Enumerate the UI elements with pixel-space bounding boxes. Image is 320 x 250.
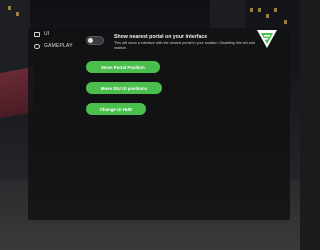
window-light: [284, 20, 287, 24]
sidebar-item-label: GAMEPLAY: [44, 43, 73, 49]
change-ui-hud-button[interactable]: Change UI HUD: [86, 103, 146, 115]
toggle-knob: [88, 38, 93, 43]
move-ui-positions-button[interactable]: Move DIU UI positions: [86, 82, 162, 94]
window-light: [274, 8, 277, 12]
sidebar-item-ui[interactable]: UI: [34, 28, 84, 40]
window-light: [250, 8, 253, 12]
window-light: [258, 8, 261, 12]
window-light: [266, 14, 269, 18]
option-description: This will show a interface with the clos…: [114, 41, 255, 50]
cloud-icon: [34, 43, 40, 49]
app-logo-icon: [257, 30, 277, 48]
settings-panel: [28, 28, 290, 220]
sidebar-item-gameplay[interactable]: GAMEPLAY: [34, 40, 84, 52]
monitor-icon: [34, 31, 40, 37]
window-light: [16, 12, 19, 16]
option-title: Show nearest portal on your interface: [114, 34, 208, 40]
sidebar-item-label: UI: [44, 31, 50, 37]
window-light: [8, 6, 11, 10]
move-portal-position-button[interactable]: Move Portal Position: [86, 61, 160, 73]
settings-sidebar: UI GAMEPLAY: [34, 28, 84, 52]
nearest-portal-toggle[interactable]: [86, 36, 104, 45]
